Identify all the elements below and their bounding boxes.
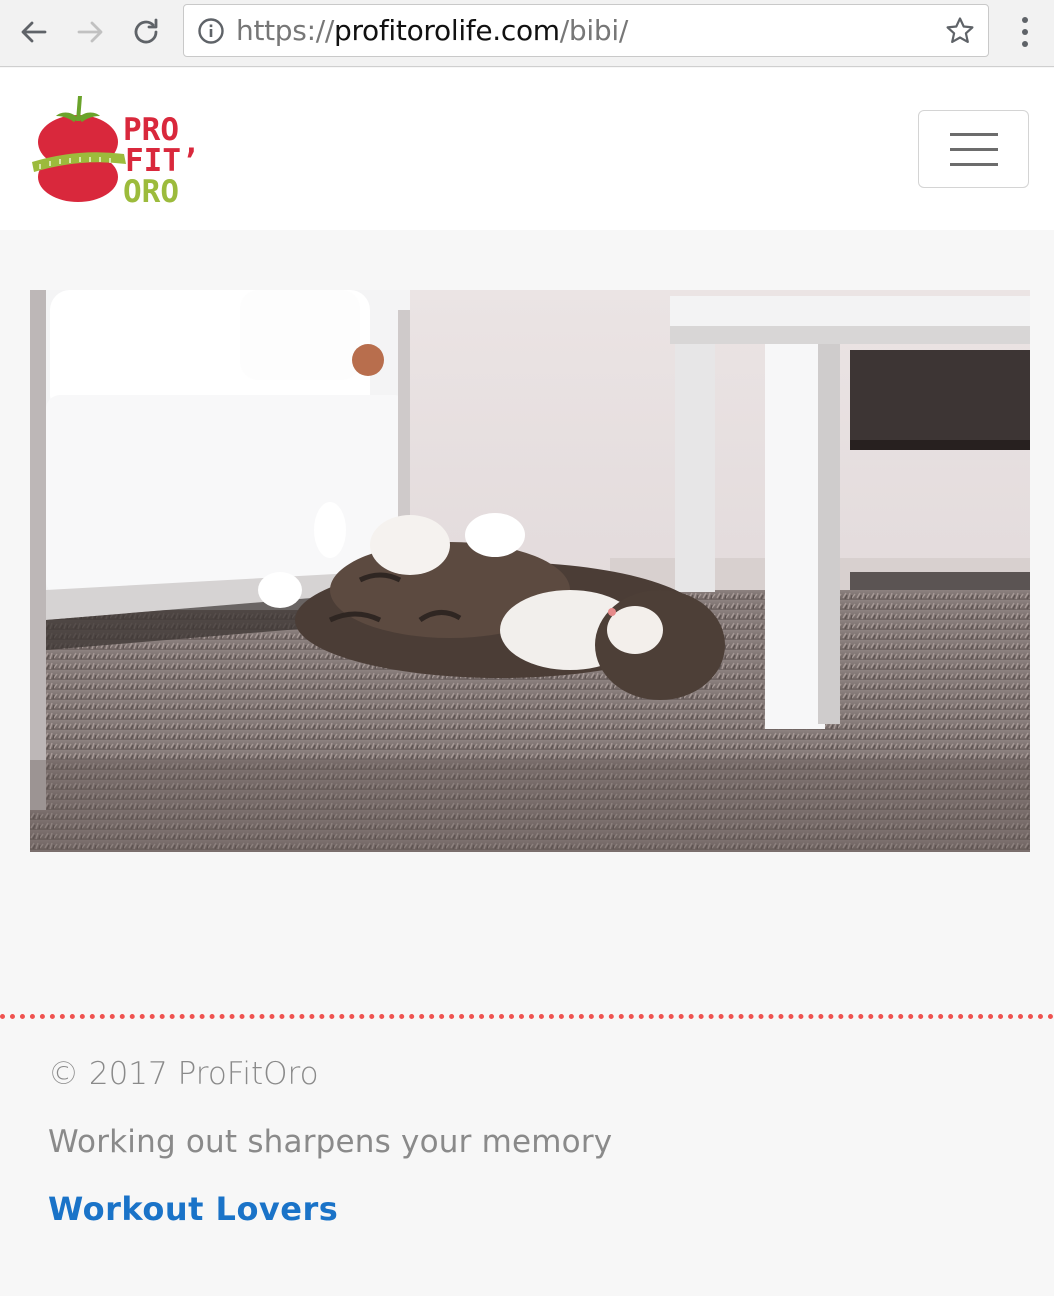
back-button[interactable] [14, 12, 54, 52]
footer-copyright: © 2017 ProFitOro [48, 1056, 319, 1092]
workout-lovers-link[interactable]: Workout Lovers [48, 1190, 338, 1228]
browser-menu-button[interactable] [1010, 12, 1040, 52]
arrow-right-icon [77, 21, 103, 43]
logo-text-oro: ORO [123, 174, 179, 206]
bookmark-star-icon[interactable] [944, 15, 976, 47]
browser-toolbar: https://profitorolife.com/bibi/ [0, 0, 1054, 67]
hamburger-line-icon [949, 147, 998, 151]
cat-gif-image [30, 290, 1030, 852]
address-bar[interactable]: https://profitorolife.com/bibi/ [183, 4, 989, 57]
url-host: profitorolife.com [333, 14, 560, 47]
hamburger-line-icon [949, 162, 998, 166]
reload-button[interactable] [126, 12, 166, 52]
info-icon[interactable] [197, 17, 225, 45]
dot-icon [1022, 29, 1028, 35]
footer-tagline: Working out sharpens your memory [48, 1124, 613, 1160]
dot-icon [1022, 41, 1028, 47]
url-text[interactable]: https://profitorolife.com/bibi/ [236, 14, 628, 48]
arrow-left-icon [21, 21, 47, 43]
site-logo[interactable]: PRO FIT’ ORO [30, 92, 200, 210]
dot-icon [1022, 17, 1028, 23]
hamburger-menu-button[interactable] [918, 110, 1029, 188]
footer-divider [0, 1014, 1054, 1019]
site-header: PRO FIT’ ORO [0, 68, 1054, 230]
url-path: /bibi/ [559, 14, 628, 47]
url-scheme: https:// [236, 14, 334, 47]
forward-button[interactable] [70, 12, 110, 52]
reload-icon [134, 18, 158, 44]
tomato-logo-icon: PRO FIT’ ORO [32, 96, 200, 210]
hamburger-line-icon [949, 132, 998, 136]
